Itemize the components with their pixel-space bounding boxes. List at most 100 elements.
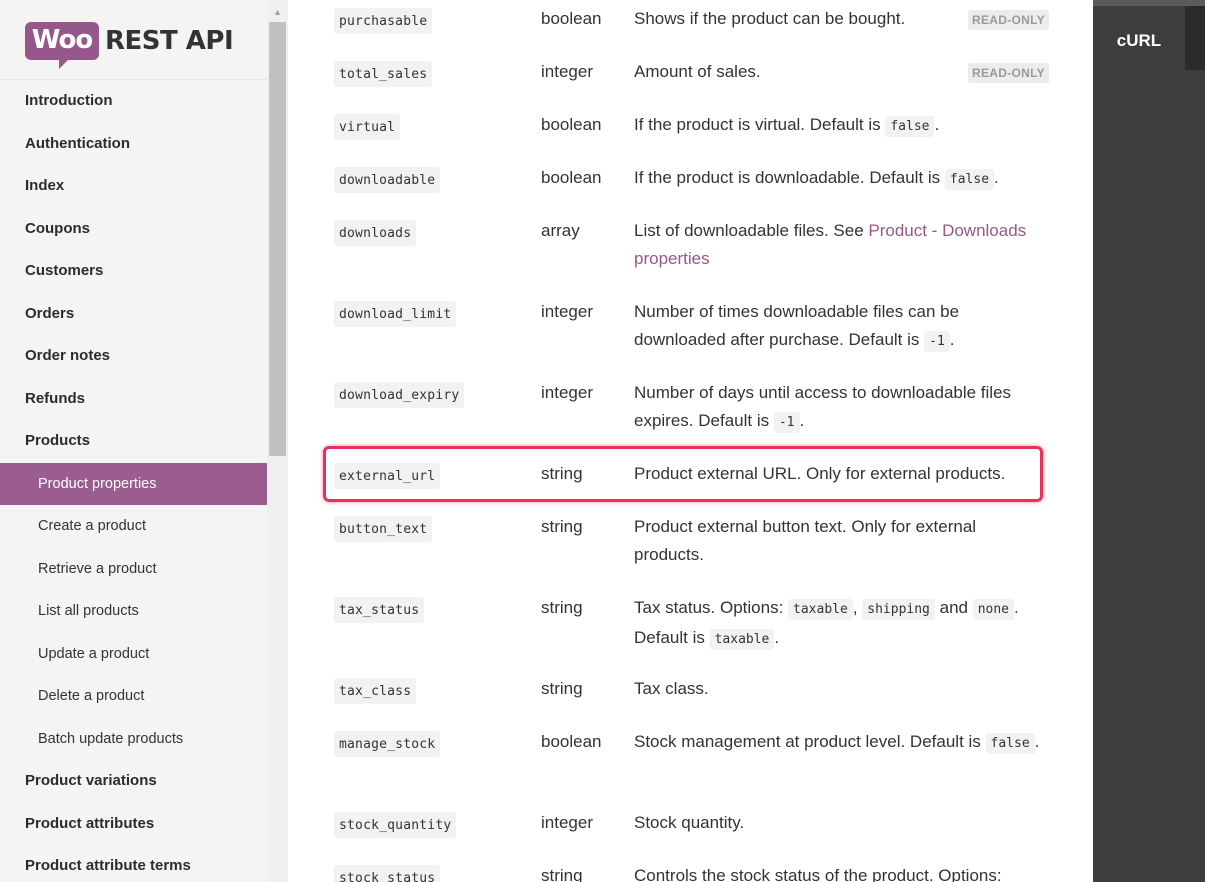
description-text: List of downloadable files. See bbox=[634, 221, 869, 240]
property-description: Product external button text. Only for e… bbox=[634, 513, 1046, 569]
property-description: Stock management at product level. Defau… bbox=[634, 728, 1046, 758]
description-text: . bbox=[934, 115, 940, 134]
sidebar-item[interactable]: Retrieve a product bbox=[0, 548, 267, 590]
property-type: boolean bbox=[541, 115, 602, 134]
code-panel-scroll-edge bbox=[1185, 6, 1205, 70]
property-name-code: downloadable bbox=[334, 167, 441, 193]
tab-curl[interactable]: cURL bbox=[1093, 6, 1185, 70]
description-text: . bbox=[799, 411, 805, 430]
scrollbar-thumb[interactable] bbox=[269, 22, 286, 456]
sidebar-item[interactable]: Customers bbox=[0, 250, 267, 292]
property-name: download_limit bbox=[334, 301, 457, 327]
sidebar-item[interactable]: Authentication bbox=[0, 123, 267, 165]
inline-code: -1 bbox=[924, 331, 950, 352]
property-name-code: button_text bbox=[334, 516, 433, 542]
property-name: tax_class bbox=[334, 678, 417, 704]
inline-code: false bbox=[985, 733, 1035, 754]
property-description: If the product is downloadable. Default … bbox=[634, 164, 1046, 194]
property-name-code: purchasable bbox=[334, 8, 433, 34]
sidebar-item[interactable]: Coupons bbox=[0, 208, 267, 250]
property-name: button_text bbox=[334, 516, 433, 542]
property-type: boolean bbox=[541, 9, 602, 28]
property-name-code: tax_class bbox=[334, 678, 417, 704]
property-name: download_expiry bbox=[334, 382, 465, 408]
description-text: . bbox=[774, 628, 780, 647]
sidebar-item[interactable]: Orders bbox=[0, 293, 267, 335]
sidebar-item[interactable]: Update a product bbox=[0, 633, 267, 675]
woo-logo-icon: Woo bbox=[25, 22, 99, 69]
sidebar-item[interactable]: Introduction bbox=[0, 80, 267, 122]
property-type: string bbox=[541, 866, 583, 882]
properties-table: purchasable boolean Shows if the product c… bbox=[288, 0, 1093, 882]
logo-title: REST API bbox=[105, 26, 234, 56]
property-name-code: downloads bbox=[334, 220, 417, 246]
sidebar-item[interactable]: Product attributes bbox=[0, 803, 267, 845]
property-description: Tax class. bbox=[634, 675, 1046, 703]
property-type: integer bbox=[541, 383, 593, 402]
sidebar-item[interactable]: Batch update products bbox=[0, 718, 267, 760]
property-name-code: download_limit bbox=[334, 301, 457, 327]
inline-code: none bbox=[972, 599, 1015, 620]
property-name: tax_status bbox=[334, 597, 425, 623]
property-type: boolean bbox=[541, 168, 602, 187]
description-text: . bbox=[1034, 732, 1040, 751]
description-text: and bbox=[934, 598, 973, 617]
sidebar-item[interactable]: Product attribute terms bbox=[0, 845, 267, 882]
property-name: downloadable bbox=[334, 167, 441, 193]
sidebar-item[interactable]: Create a product bbox=[0, 505, 267, 547]
property-name: manage_stock bbox=[334, 731, 441, 757]
property-name-code: total_sales bbox=[334, 61, 433, 87]
property-name-code: manage_stock bbox=[334, 731, 441, 757]
property-description: If the product is virtual. Default is fa… bbox=[634, 111, 1046, 141]
sidebar-scrollbar[interactable]: ▲ bbox=[267, 0, 288, 882]
scroll-up-arrow-icon[interactable]: ▲ bbox=[267, 2, 288, 22]
description-text: If the product is downloadable. Default … bbox=[634, 168, 945, 187]
property-name: stock_status bbox=[334, 865, 441, 882]
inline-code: taxable bbox=[788, 599, 853, 620]
property-name: purchasable bbox=[334, 8, 433, 34]
property-name: downloads bbox=[334, 220, 417, 246]
description-text: Stock quantity. bbox=[634, 813, 745, 832]
property-description: Controls the stock status of the product… bbox=[634, 862, 1046, 882]
description-text: Number of days until access to downloada… bbox=[634, 383, 1012, 430]
description-text: Shows if the product can be bought. bbox=[634, 9, 906, 28]
property-name: total_sales bbox=[334, 61, 433, 87]
sidebar-item[interactable]: Index bbox=[0, 165, 267, 207]
property-name-code: stock_status bbox=[334, 865, 441, 882]
description-text: . bbox=[949, 330, 955, 349]
property-name: stock_quantity bbox=[334, 812, 457, 838]
property-name-code: download_expiry bbox=[334, 382, 465, 408]
inline-code: -1 bbox=[773, 412, 800, 433]
sidebar-item[interactable]: Product properties bbox=[0, 462, 267, 505]
property-description: Number of days until access to downloada… bbox=[634, 379, 1046, 437]
code-panel: cURL bbox=[1093, 0, 1205, 882]
logo[interactable]: Woo REST API bbox=[0, 0, 267, 80]
property-type: string bbox=[541, 679, 583, 698]
sidebar-item[interactable]: List all products bbox=[0, 590, 267, 632]
sidebar-item[interactable]: Refunds bbox=[0, 378, 267, 420]
read-only-badge: READ-ONLY bbox=[968, 10, 1049, 30]
sidebar-item[interactable]: Product variations bbox=[0, 760, 267, 802]
description-text: Stock management at product level. Defau… bbox=[634, 732, 986, 751]
property-type: array bbox=[541, 221, 580, 240]
property-type: string bbox=[541, 517, 583, 536]
inline-code: false bbox=[944, 169, 995, 190]
description-text: . bbox=[994, 168, 999, 187]
description-text: Controls the stock status of the product… bbox=[634, 866, 1002, 882]
description-text: Tax class. bbox=[634, 679, 709, 698]
property-description: Tax status. Options: taxable, shipping a… bbox=[634, 594, 1046, 654]
inline-code: false bbox=[885, 116, 935, 137]
property-type: integer bbox=[541, 302, 593, 321]
description-text: Number of times downloadable files can b… bbox=[634, 302, 960, 349]
description-text: Amount of sales. bbox=[634, 62, 761, 81]
property-type: boolean bbox=[541, 732, 602, 751]
sidebar-item[interactable]: Delete a product bbox=[0, 675, 267, 717]
read-only-badge: READ-ONLY bbox=[968, 63, 1049, 83]
sidebar-item[interactable]: Order notes bbox=[0, 335, 267, 377]
sidebar: Woo REST API Introduction Authentication I… bbox=[0, 0, 267, 882]
property-name: virtual bbox=[334, 114, 401, 140]
sidebar-item[interactable]: Products bbox=[0, 420, 267, 462]
description-text: Tax status. Options: bbox=[634, 598, 789, 617]
inline-code: taxable bbox=[709, 629, 775, 650]
inline-code: shipping bbox=[862, 599, 935, 620]
